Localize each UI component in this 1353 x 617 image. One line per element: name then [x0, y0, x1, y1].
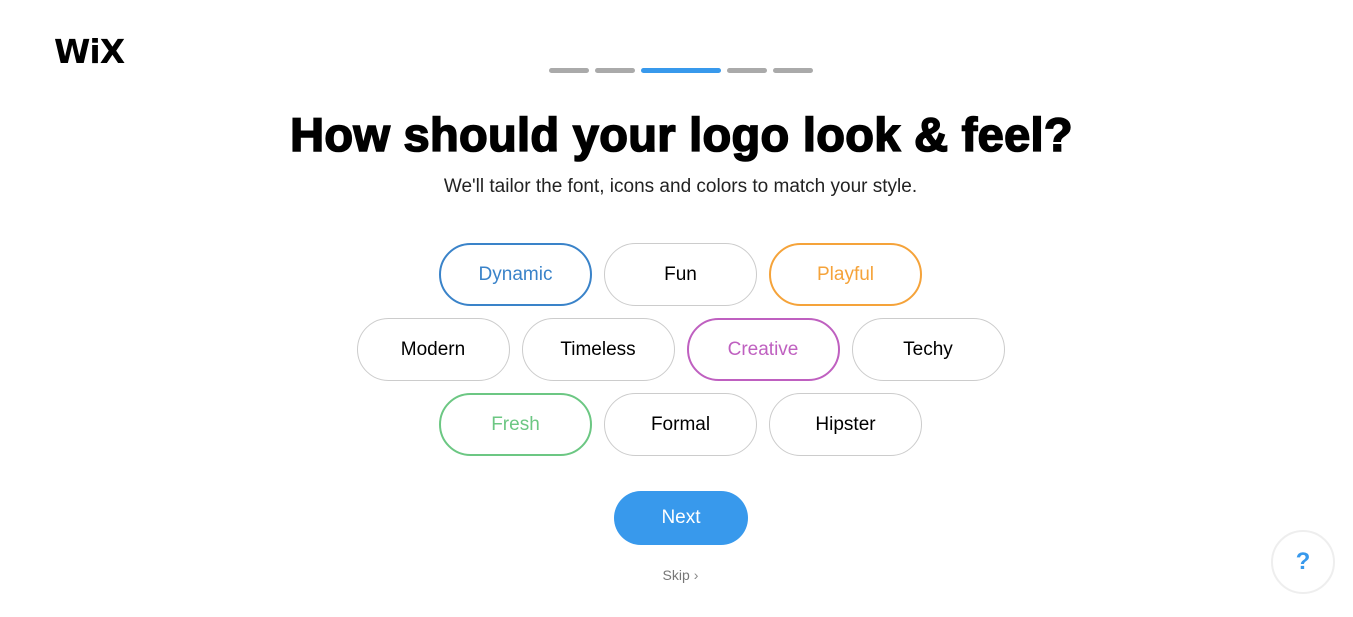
style-option-creative[interactable]: Creative	[686, 318, 840, 381]
logo-style-page: WiX How should your logo look & feel? We…	[0, 0, 1353, 617]
skip-label: Skip	[662, 567, 690, 583]
style-option-techy[interactable]: Techy	[851, 318, 1005, 381]
wix-logo[interactable]: WiX	[54, 33, 125, 71]
help-button[interactable]: ?	[1271, 530, 1335, 594]
chevron-right-icon: ›	[693, 567, 699, 583]
style-option-hipster[interactable]: Hipster	[769, 393, 922, 456]
style-option-formal[interactable]: Formal	[604, 393, 757, 456]
style-option-playful[interactable]: Playful	[769, 243, 922, 306]
style-options-row-2: Modern Timeless Creative Techy	[0, 318, 1353, 381]
style-option-dynamic[interactable]: Dynamic	[439, 243, 592, 306]
progress-step-5	[773, 68, 813, 73]
page-subtitle: We'll tailor the font, icons and colors …	[443, 176, 918, 197]
progress-step-2	[595, 68, 635, 73]
style-options-row-1: Dynamic Fun Playful	[0, 243, 1353, 306]
step-progress-indicator	[549, 68, 813, 73]
progress-step-3-active	[641, 68, 721, 73]
progress-step-4	[727, 68, 767, 73]
style-option-fun[interactable]: Fun	[604, 243, 757, 306]
style-options-row-3: Fresh Formal Hipster	[0, 393, 1353, 456]
skip-link[interactable]: Skip ›	[0, 566, 1353, 584]
next-button[interactable]: Next	[614, 491, 748, 545]
question-mark-icon: ?	[1295, 548, 1311, 575]
progress-step-1	[549, 68, 589, 73]
style-option-timeless[interactable]: Timeless	[521, 318, 675, 381]
style-option-fresh[interactable]: Fresh	[439, 393, 592, 456]
page-title: How should your logo look & feel?	[289, 107, 1073, 162]
style-option-modern[interactable]: Modern	[356, 318, 510, 381]
